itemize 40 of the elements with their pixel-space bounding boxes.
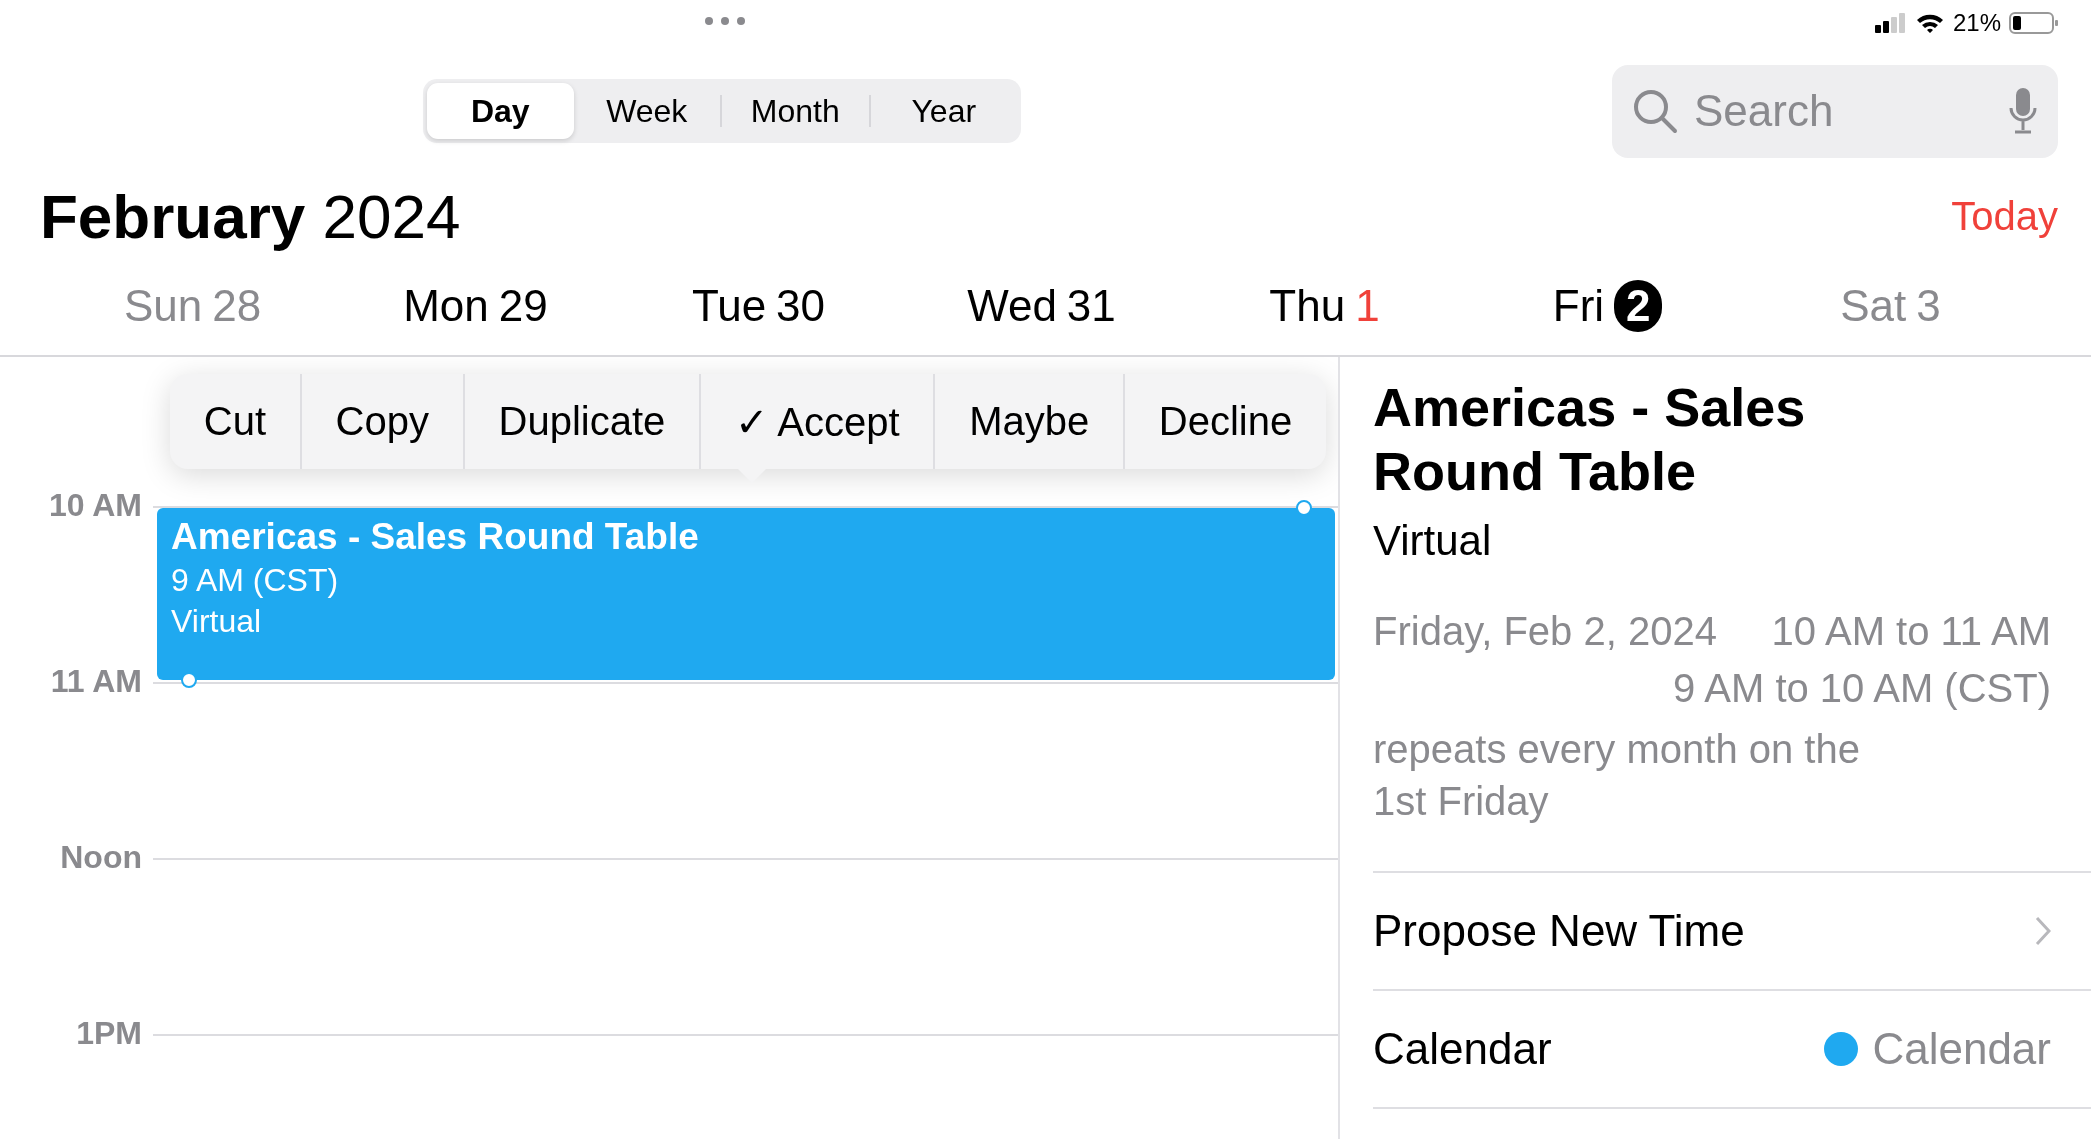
menu-item[interactable]: Copy	[299, 374, 463, 469]
hour-label: 1PM	[75, 1015, 142, 1052]
menu-item[interactable]: ✓ Accept	[699, 374, 934, 469]
menu-item[interactable]: Decline	[1123, 374, 1326, 469]
event-alt-time: 9 AM to 10 AM (CST)	[1673, 666, 2051, 711]
day-header[interactable]: Fri 2	[1466, 278, 1749, 333]
menu-item[interactable]: Maybe	[933, 374, 1123, 469]
event-title: Americas - Sales Round Table	[1373, 376, 1807, 503]
event-location: Virtual	[1373, 517, 1493, 565]
search-icon	[1632, 88, 1678, 134]
chevron-icon	[2035, 916, 2051, 946]
battery-icon	[2009, 11, 2059, 35]
menu-item[interactable]: Duplicate	[462, 374, 700, 469]
hour-label: Noon	[59, 839, 142, 876]
battery-percent: 21%	[1952, 9, 2001, 37]
microphone-icon[interactable]	[2008, 86, 2038, 136]
day-header[interactable]: Tue 30	[617, 279, 900, 332]
hour-label: 11 AM	[49, 663, 142, 700]
day-header[interactable]: Thu 1	[1183, 279, 1466, 332]
signal-icon	[1874, 13, 1907, 33]
day-header[interactable]: Wed 31	[900, 279, 1183, 332]
resize-handle[interactable]	[1296, 500, 1312, 516]
hour-label: 10 AM	[47, 487, 142, 524]
event-recurrence: repeats every month on the 1st Friday	[1373, 726, 1861, 825]
grabber-icon[interactable]	[704, 16, 746, 26]
menu-item[interactable]: Cut	[170, 374, 300, 469]
view-tab[interactable]: Day	[427, 83, 574, 139]
propose-time-link[interactable]: Propose New Time	[1373, 906, 1745, 956]
event-date: Friday, Feb 2, 2024	[1373, 609, 1717, 654]
event-time: 10 AM to 11 AM	[1771, 609, 2051, 654]
resize-handle[interactable]	[181, 672, 197, 688]
day-header[interactable]: Mon 29	[334, 279, 617, 332]
row-label: Calendar	[1373, 1024, 1552, 1074]
search-input[interactable]: Search	[1692, 85, 1994, 137]
view-tab[interactable]: Month	[722, 83, 869, 139]
today-button[interactable]: Today	[1951, 193, 2058, 239]
view-tab[interactable]: Week	[573, 83, 720, 139]
month-title: February 2024	[40, 180, 461, 252]
view-tab[interactable]: Year	[870, 83, 1017, 139]
search-field[interactable]: Search	[1612, 64, 2058, 158]
